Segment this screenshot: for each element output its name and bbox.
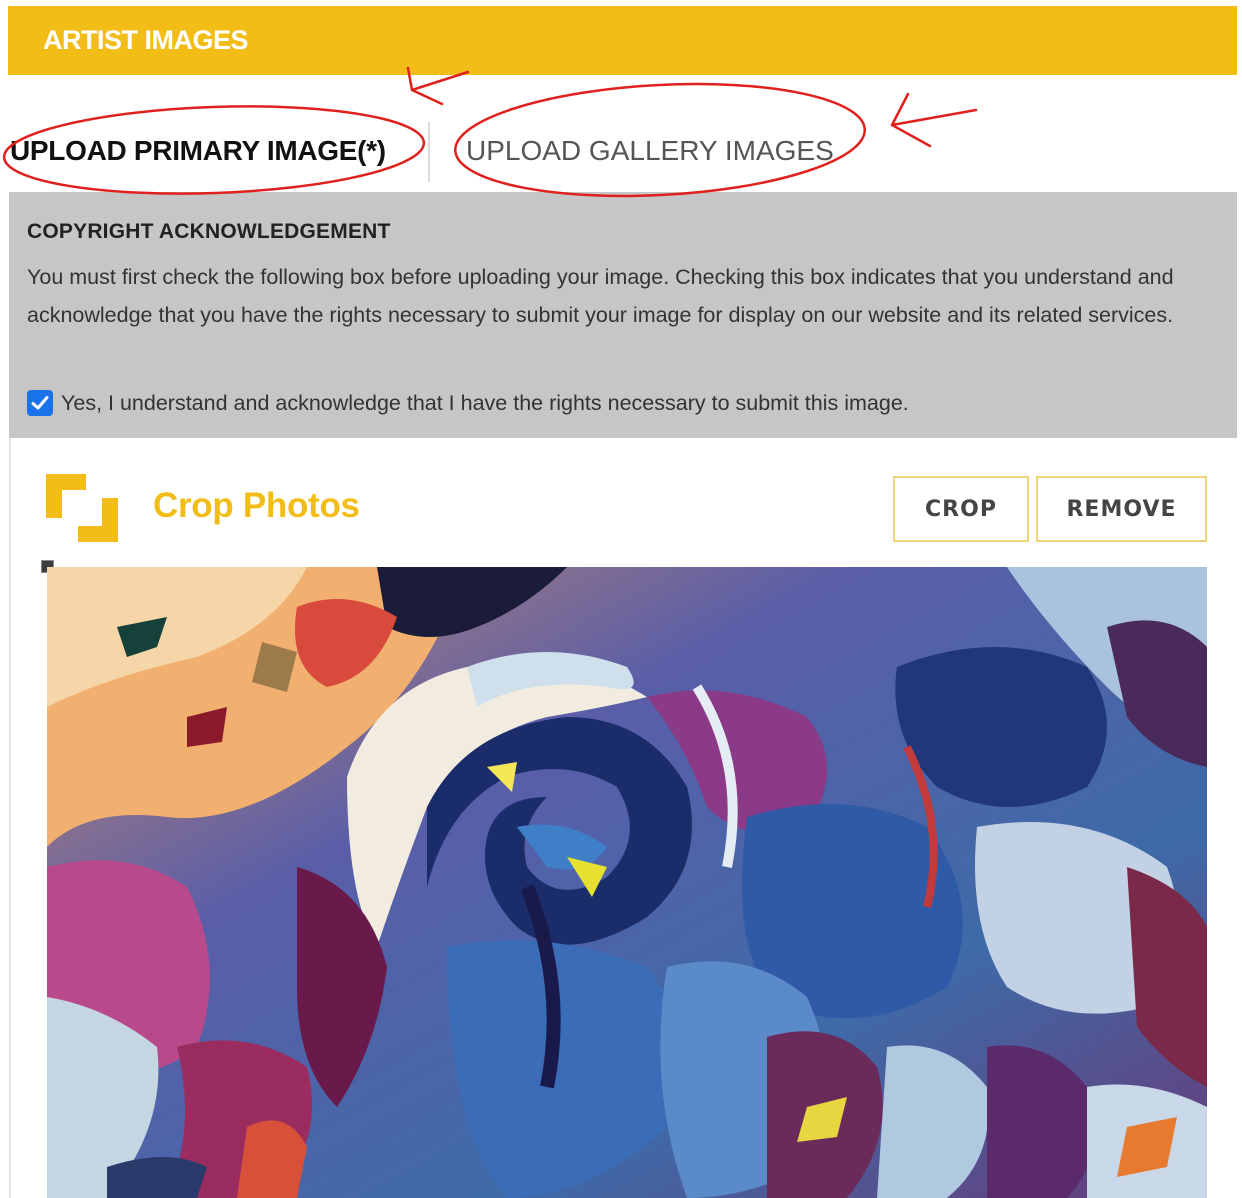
upload-tabs: UPLOAD PRIMARY IMAGE(*) UPLOAD GALLERY I… (8, 118, 1237, 184)
checkmark-icon (31, 396, 49, 410)
copyright-checkbox-row: Yes, I understand and acknowledge that I… (27, 390, 909, 416)
copyright-title: COPYRIGHT ACKNOWLEDGEMENT (27, 220, 391, 243)
crop-title: Crop Photos (153, 486, 360, 525)
remove-button[interactable]: REMOVE (1036, 476, 1207, 542)
tab-divider (428, 122, 430, 182)
tab-upload-primary-image[interactable]: UPLOAD PRIMARY IMAGE(*) (10, 118, 386, 184)
crop-icon (46, 474, 118, 542)
artist-images-page: ARTIST IMAGES UPLOAD PRIMARY IMAGE(*) UP… (0, 0, 1242, 1198)
section-title: ARTIST IMAGES (43, 25, 249, 55)
copyright-checkbox[interactable] (27, 390, 53, 416)
copyright-checkbox-label: Yes, I understand and acknowledge that I… (61, 390, 909, 415)
section-header: ARTIST IMAGES (8, 6, 1237, 75)
uploaded-artwork-image[interactable] (47, 567, 1207, 1198)
copyright-body: You must first check the following box b… (27, 265, 1174, 327)
crop-button[interactable]: CROP (893, 476, 1029, 542)
copyright-panel: COPYRIGHT ACKNOWLEDGEMENT You must first… (9, 192, 1237, 438)
abstract-painting (47, 567, 1207, 1198)
tab-upload-gallery-images[interactable]: UPLOAD GALLERY IMAGES (466, 118, 834, 184)
crop-panel: Crop Photos CROP REMOVE (9, 438, 1237, 1198)
